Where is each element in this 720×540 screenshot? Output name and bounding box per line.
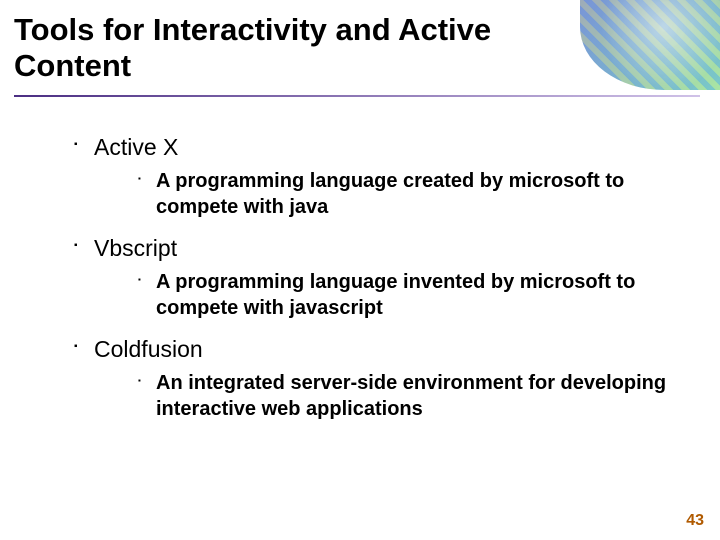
decorative-corner-graphic (580, 0, 720, 90)
list-item-label: Vbscript (94, 234, 177, 263)
list-subitem: ▪ An integrated server-side environment … (138, 370, 680, 422)
page-number: 43 (686, 512, 704, 530)
bullet-icon: ▪ (74, 335, 94, 364)
bullet-icon: ▪ (74, 133, 94, 162)
list-subitem-text: An integrated server-side environment fo… (156, 370, 680, 422)
bullet-icon: ▪ (74, 234, 94, 263)
bullet-icon: ▪ (138, 269, 156, 321)
list-subitem: ▪ A programming language invented by mic… (138, 269, 680, 321)
list-item-label: Active X (94, 133, 178, 162)
list-item: ▪ Active X (74, 133, 680, 162)
list-subitem-text: A programming language invented by micro… (156, 269, 680, 321)
list-subitem: ▪ A programming language created by micr… (138, 168, 680, 220)
list-item-label: Coldfusion (94, 335, 203, 364)
list-subitem-text: A programming language created by micros… (156, 168, 680, 220)
bullet-icon: ▪ (138, 370, 156, 422)
slide-body: ▪ Active X ▪ A programming language crea… (0, 105, 720, 421)
title-underline (14, 95, 700, 97)
list-item: ▪ Vbscript (74, 234, 680, 263)
list-item: ▪ Coldfusion (74, 335, 680, 364)
bullet-icon: ▪ (138, 168, 156, 220)
